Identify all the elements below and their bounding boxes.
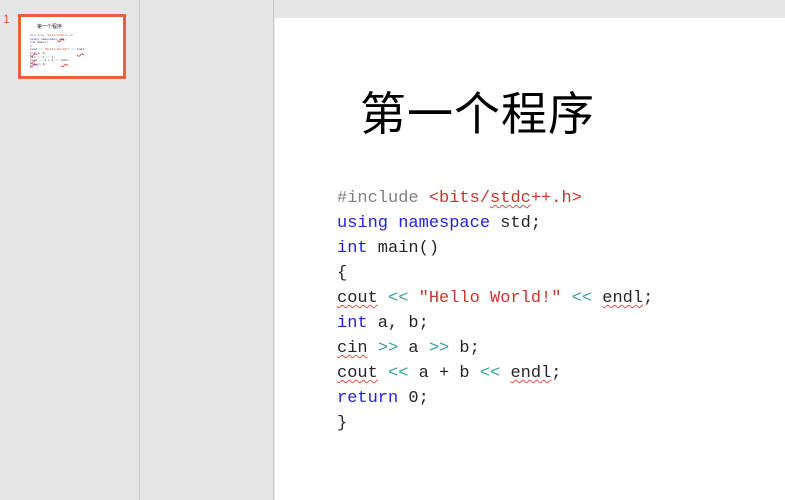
code-token: endl	[602, 289, 644, 308]
code-token: }	[337, 414, 348, 433]
code-token: {	[337, 264, 348, 283]
code-token: ++.h>	[64, 34, 74, 37]
line-int-ab: int a, b;	[337, 311, 653, 336]
code-token: "Hello World!"	[44, 48, 70, 52]
line-cout-hello: cout << "Hello World!" << endl;	[337, 286, 653, 311]
code-token: <<	[479, 364, 501, 383]
code-token: 0;	[40, 62, 47, 66]
code-token: using namespace	[337, 214, 491, 233]
code-token: <<	[388, 289, 409, 308]
line-cin: cin >> a >> b;	[337, 336, 653, 361]
presentation-editor-window: 1 第一个程序 #include <bits/stdc++.h> using na…	[0, 0, 785, 500]
slide-thumbnail-code: #include <bits/stdc++.h> using namespace …	[30, 34, 86, 70]
code-token: <<	[388, 364, 409, 383]
code-token: std;	[490, 214, 542, 233]
line-cout-sum: cout << a + b << endl;	[337, 361, 653, 386]
code-token: int	[337, 239, 368, 258]
slide-thumbnail-title: 第一个程序	[37, 24, 63, 30]
code-token: #include	[30, 34, 47, 37]
code-token: b;	[449, 339, 480, 358]
code-token: <<	[571, 289, 593, 308]
code-token: main()	[367, 239, 440, 258]
code-token: a + b	[408, 364, 480, 383]
code-token: a + b	[42, 59, 56, 63]
code-token: 0;	[398, 389, 429, 408]
line-close-brace: }	[337, 411, 653, 436]
code-token: endl	[60, 59, 68, 63]
line-close-brace: }	[30, 66, 86, 70]
code-token: >>	[428, 339, 450, 358]
code-token: main()	[35, 41, 49, 45]
code-token: ;	[643, 289, 654, 308]
code-token: ;	[84, 48, 86, 52]
slide-surface[interactable]: 第一个程序 #include <bits/stdc++.h> using name…	[275, 18, 785, 500]
code-token: a, b;	[35, 51, 47, 55]
code-token: endl	[510, 364, 552, 383]
secondary-pane	[141, 0, 274, 500]
code-token: int	[337, 314, 368, 333]
line-main: int main()	[337, 236, 653, 261]
code-token: cin	[337, 339, 368, 358]
slide-code-block[interactable]: #include <bits/stdc++.h> using namespace …	[337, 186, 653, 436]
line-using: using namespace std;	[337, 211, 653, 236]
code-token: ++.h>	[530, 189, 582, 208]
code-token: <bits/	[428, 189, 491, 208]
code-token: #include	[337, 189, 429, 208]
slide-canvas-pane: 第一个程序 #include <bits/stdc++.h> using name…	[275, 0, 785, 500]
code-token: }	[30, 66, 32, 70]
slide-title[interactable]: 第一个程序	[360, 86, 595, 142]
code-token: endl	[76, 48, 85, 52]
slide-thumbnail-pane: 1 第一个程序 #include <bits/stdc++.h> using na…	[0, 0, 140, 500]
code-token: stdc	[490, 189, 531, 208]
code-token: return	[337, 389, 399, 408]
code-token: <bits/	[46, 34, 58, 37]
code-token: cout	[337, 364, 378, 383]
code-token: ;	[67, 59, 70, 63]
slide-thumbnail-1[interactable]: 第一个程序 #include <bits/stdc++.h> using name…	[18, 14, 126, 79]
line-return: return 0;	[337, 386, 653, 411]
code-token: cout	[337, 289, 378, 308]
line-open-brace: {	[337, 261, 653, 286]
code-token: >>	[377, 339, 399, 358]
code-token: "Hello World!"	[418, 289, 562, 308]
code-token: a, b;	[367, 314, 429, 333]
slide-number-label: 1	[3, 12, 10, 26]
code-token: a	[398, 339, 429, 358]
slide-thumbnail-content: 第一个程序 #include <bits/stdc++.h> using name…	[21, 17, 123, 76]
code-token: std;	[57, 37, 67, 41]
line-include: #include <bits/stdc++.h>	[337, 186, 653, 211]
code-token: ;	[551, 364, 562, 383]
